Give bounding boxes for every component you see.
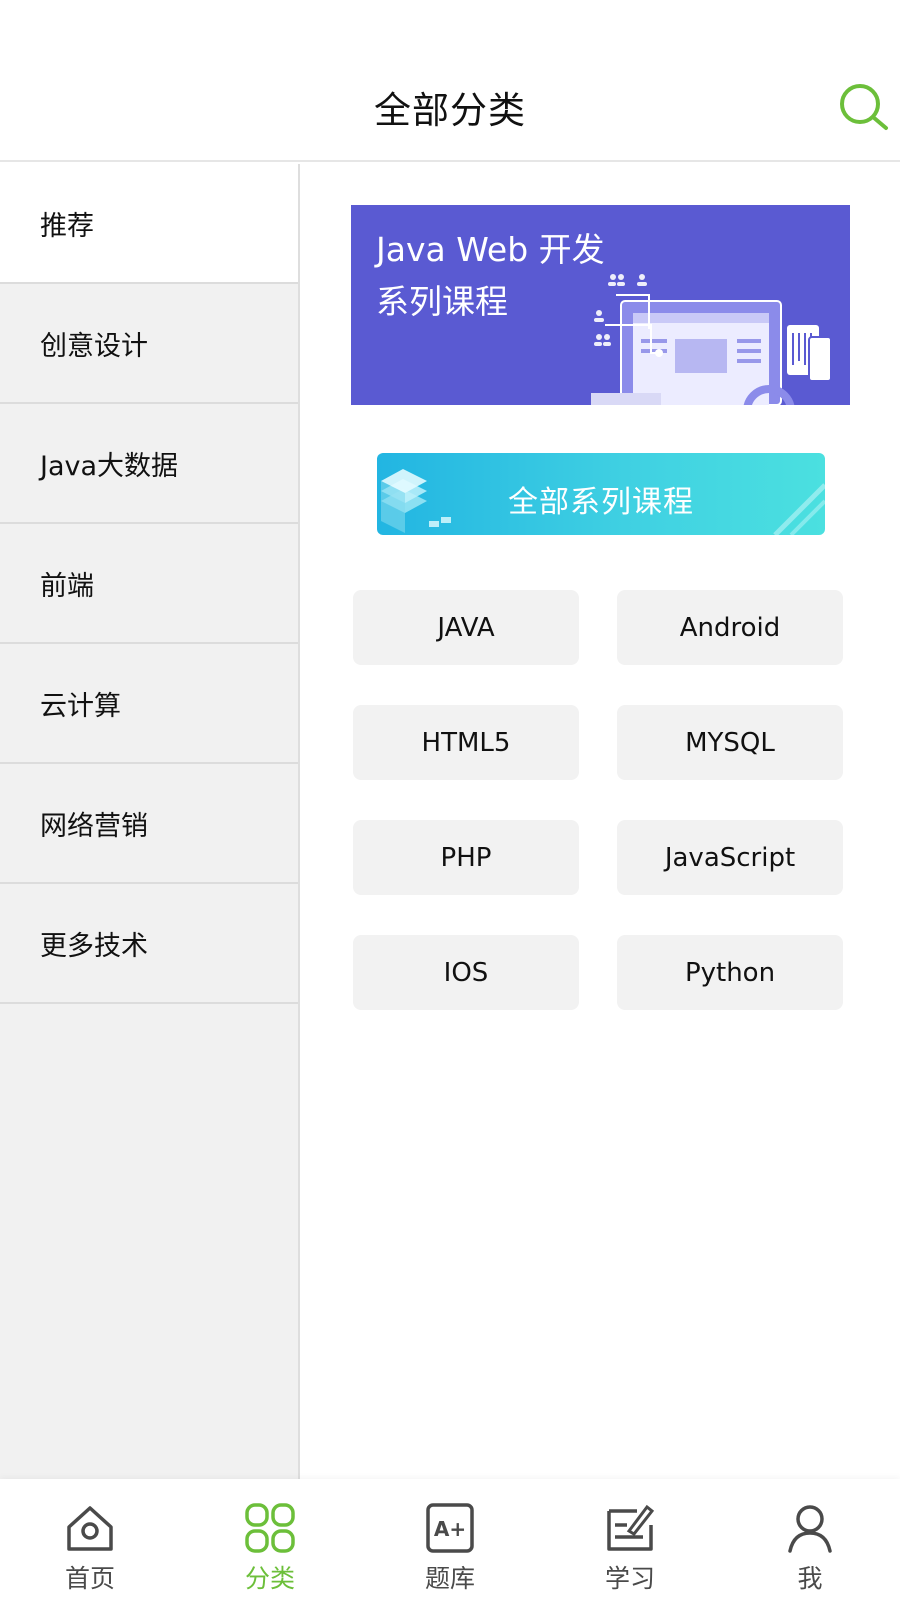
- nav-study[interactable]: 学习: [540, 1479, 720, 1600]
- sidebar-item-cloud-computing[interactable]: 云计算: [0, 644, 298, 764]
- category-sidebar: 推荐 创意设计 Java大数据 前端 云计算 网络营销 更多技术: [0, 164, 300, 1479]
- tag-javascript[interactable]: JavaScript: [617, 820, 843, 895]
- tag-android[interactable]: Android: [617, 590, 843, 665]
- bottom-navigation: 首页 分类 A+ 题库 学习 我: [0, 1479, 900, 1600]
- nav-label: 首页: [64, 1564, 115, 1593]
- search-button[interactable]: [838, 82, 892, 136]
- all-courses-label: 全部系列课程: [508, 485, 694, 520]
- tag-python[interactable]: Python: [617, 935, 843, 1010]
- sidebar-item-online-marketing[interactable]: 网络营销: [0, 764, 298, 884]
- sidebar-item-label: 推荐: [40, 211, 94, 242]
- sidebar-item-frontend[interactable]: 前端: [0, 524, 298, 644]
- nav-label: 学习: [604, 1564, 655, 1593]
- course-banner[interactable]: Java Web 开发 系列课程: [351, 205, 850, 405]
- sidebar-item-label: Java大数据: [40, 451, 179, 482]
- tag-ios[interactable]: IOS: [353, 935, 579, 1010]
- study-icon: [607, 1504, 655, 1551]
- banner-title: Java Web 开发: [376, 230, 605, 269]
- profile-icon: [788, 1505, 832, 1553]
- page-title: 全部分类: [374, 89, 526, 132]
- sidebar-item-label: 网络营销: [40, 811, 148, 842]
- sidebar-item-more-tech[interactable]: 更多技术: [0, 884, 298, 1004]
- home-icon: [67, 1506, 113, 1551]
- question-bank-icon: A+: [426, 1503, 474, 1553]
- sidebar-item-creative-design[interactable]: 创意设计: [0, 284, 298, 404]
- sidebar-item-label: 云计算: [40, 691, 121, 722]
- nav-profile[interactable]: 我: [720, 1479, 900, 1600]
- nav-home[interactable]: 首页: [0, 1479, 180, 1600]
- tag-java[interactable]: JAVA: [353, 590, 579, 665]
- search-icon: [840, 84, 888, 130]
- decorative-stripe-icon: [773, 483, 825, 535]
- nav-question-bank[interactable]: A+ 题库: [360, 1479, 540, 1600]
- tag-html5[interactable]: HTML5: [353, 705, 579, 780]
- sidebar-item-label: 创意设计: [40, 331, 148, 362]
- sidebar-item-recommend[interactable]: 推荐: [0, 164, 298, 284]
- nav-label: 我: [797, 1564, 823, 1593]
- sidebar-item-java-bigdata[interactable]: Java大数据: [0, 404, 298, 524]
- all-series-courses-button[interactable]: 全部系列课程: [377, 453, 825, 535]
- web-dev-illustration-icon: [591, 274, 832, 405]
- banner-subtitle: 系列课程: [376, 282, 508, 321]
- nav-category[interactable]: 分类: [180, 1479, 360, 1600]
- nav-label: 题库: [424, 1564, 475, 1593]
- tag-mysql[interactable]: MYSQL: [617, 705, 843, 780]
- top-bar: 全部分类: [0, 0, 900, 162]
- nav-label: 分类: [244, 1564, 295, 1593]
- sidebar-item-label: 更多技术: [40, 931, 148, 962]
- sidebar-item-label: 前端: [40, 571, 94, 602]
- svg-text:A+: A+: [434, 1517, 466, 1541]
- category-grid-icon: [245, 1503, 295, 1553]
- tag-php[interactable]: PHP: [353, 820, 579, 895]
- category-content: Java Web 开发 系列课程 全部系列课程 JAVA Android HTM…: [302, 164, 900, 1479]
